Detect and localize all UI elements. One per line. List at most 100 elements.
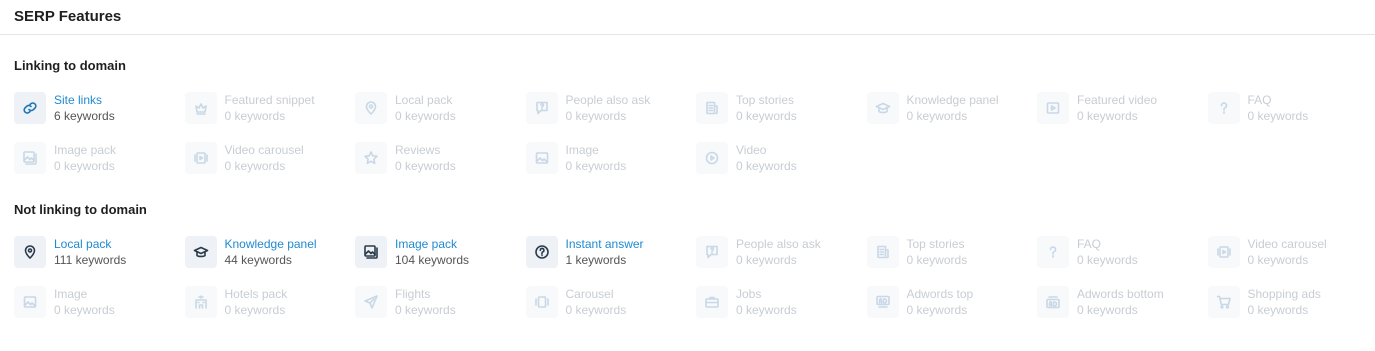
serp-feature-image[interactable]: Image 0 keywords	[525, 142, 697, 192]
feature-count: 6 keywords	[54, 109, 115, 123]
feature-count: 0 keywords	[906, 303, 968, 317]
feature-text: Image 0 keywords	[54, 286, 115, 318]
serp-feature-top-stories[interactable]: Top stories 0 keywords	[696, 92, 867, 142]
serp-feature-video-carousel[interactable]: Video carousel 0 keywords	[184, 142, 356, 192]
feature-name: FAQ	[1247, 93, 1272, 107]
feature-count: 0 keywords	[565, 303, 627, 317]
section-title-linking: Linking to domain	[14, 58, 126, 73]
image-pack-icon	[355, 236, 387, 268]
serp-feature-local-pack[interactable]: Local pack 0 keywords	[355, 92, 526, 142]
serp-feature-knowledge-panel[interactable]: Knowledge panel 44 keywords	[184, 236, 356, 286]
serp-feature-video-carousel[interactable]: Video carousel 0 keywords	[1207, 236, 1375, 286]
image-pack-icon	[14, 142, 46, 174]
not-linking-features-grid: Local pack 111 keywords Knowledge panel 44 …	[14, 236, 1375, 336]
feature-name: Knowledge panel	[906, 93, 999, 107]
feature-text: Top stories 0 keywords	[907, 236, 968, 268]
question-mark-icon	[1207, 92, 1240, 124]
serp-feature-shopping-ads[interactable]: Shopping ads 0 keywords	[1207, 286, 1375, 336]
feature-count: 0 keywords	[54, 303, 115, 317]
serp-feature-reviews[interactable]: Reviews 0 keywords	[355, 142, 526, 192]
serp-feature-image-pack[interactable]: Image pack 104 keywords	[355, 236, 526, 286]
feature-text: Video carousel 0 keywords	[1248, 236, 1327, 268]
serp-feature-knowledge-panel[interactable]: Knowledge panel 0 keywords	[866, 92, 1038, 142]
video-carousel-icon	[184, 142, 217, 174]
serp-feature-video[interactable]: Video 0 keywords	[696, 142, 867, 192]
feature-name[interactable]: Knowledge panel	[225, 236, 317, 252]
feature-count: 0 keywords	[224, 159, 286, 173]
serp-feature-adwords-top[interactable]: Adwords top 0 keywords	[866, 286, 1038, 336]
ad-top-icon	[866, 286, 899, 318]
feature-count: 0 keywords	[1247, 253, 1309, 267]
star-icon	[355, 142, 387, 174]
feature-name: Featured snippet	[224, 93, 315, 107]
feature-text: Site links 6 keywords	[54, 92, 115, 124]
feature-count: 111 keywords	[54, 253, 127, 267]
feature-count: 0 keywords	[1077, 303, 1138, 317]
section-title-not-linking: Not linking to domain	[14, 202, 147, 217]
feature-count: 0 keywords	[565, 109, 627, 123]
feature-name: Image pack	[54, 143, 117, 157]
feature-count: 0 keywords	[736, 303, 797, 317]
feature-count: 0 keywords	[565, 159, 627, 173]
feature-count: 0 keywords	[395, 109, 456, 123]
serp-feature-flights[interactable]: Flights 0 keywords	[355, 286, 526, 336]
feature-text: Local pack 0 keywords	[395, 92, 456, 124]
feature-name[interactable]: Image pack	[395, 236, 469, 252]
feature-count: 0 keywords	[1077, 109, 1138, 123]
feature-name: Video carousel	[224, 143, 304, 157]
feature-text: Top stories 0 keywords	[736, 92, 797, 124]
feature-text: Local pack 111 keywords	[54, 236, 126, 268]
trophy-icon	[184, 92, 217, 124]
feature-text: Image pack 0 keywords	[54, 142, 116, 174]
feature-text: Instant answer 1 keywords	[566, 236, 644, 268]
serp-feature-carousel[interactable]: Carousel 0 keywords	[525, 286, 697, 336]
linking-features-grid: Site links 6 keywords Featured snippet 0 ke…	[14, 92, 1375, 192]
image-icon	[14, 286, 46, 318]
carousel-icon	[525, 286, 558, 318]
feature-count: 0 keywords	[224, 303, 286, 317]
serp-feature-faq[interactable]: FAQ 0 keywords	[1037, 236, 1208, 286]
feature-text: FAQ 0 keywords	[1077, 236, 1138, 268]
feature-count: 0 keywords	[736, 159, 797, 173]
feature-name: Top stories	[906, 237, 965, 251]
feature-name[interactable]: Site links	[54, 92, 115, 108]
question-circle-icon	[525, 236, 558, 268]
feature-name: Hotels pack	[224, 287, 288, 301]
serp-feature-people-also-ask[interactable]: People also ask 0 keywords	[525, 92, 697, 142]
feature-text: Image pack 104 keywords	[395, 236, 469, 268]
feature-name[interactable]: Instant answer	[566, 236, 644, 252]
feature-text: Image 0 keywords	[566, 142, 627, 174]
serp-feature-top-stories[interactable]: Top stories 0 keywords	[866, 236, 1038, 286]
serp-feature-adwords-bottom[interactable]: Adwords bottom 0 keywords	[1037, 286, 1208, 336]
serp-feature-jobs[interactable]: Jobs 0 keywords	[696, 286, 867, 336]
serp-feature-image[interactable]: Image 0 keywords	[14, 286, 185, 336]
video-carousel-icon	[1207, 236, 1240, 268]
serp-feature-instant-answer[interactable]: Instant answer 1 keywords	[525, 236, 697, 286]
feature-text: Carousel 0 keywords	[566, 286, 627, 318]
feature-text: Featured video 0 keywords	[1077, 92, 1157, 124]
feature-name: Featured video	[1077, 93, 1158, 107]
feature-count: 1 keywords	[565, 253, 627, 267]
serp-feature-featured-video[interactable]: Featured video 0 keywords	[1037, 92, 1208, 142]
feature-name: Reviews	[395, 143, 441, 157]
feature-name: Video	[736, 143, 767, 157]
news-icon	[866, 236, 899, 268]
serp-feature-site-links[interactable]: Site links 6 keywords	[14, 92, 185, 142]
header: SERP Features	[0, 0, 1375, 35]
feature-name[interactable]: Local pack	[54, 236, 126, 252]
feature-name: Top stories	[736, 93, 795, 107]
feature-count: 0 keywords	[1247, 109, 1309, 123]
feature-name: Flights	[395, 287, 431, 301]
image-icon	[525, 142, 558, 174]
feature-name: Video carousel	[1247, 237, 1327, 251]
serp-feature-local-pack[interactable]: Local pack 111 keywords	[14, 236, 185, 286]
briefcase-icon	[696, 286, 728, 318]
question-bubble-icon	[696, 236, 728, 268]
serp-feature-image-pack[interactable]: Image pack 0 keywords	[14, 142, 185, 192]
feature-text: Shopping ads 0 keywords	[1248, 286, 1321, 318]
serp-feature-hotels-pack[interactable]: Hotels pack 0 keywords	[184, 286, 356, 336]
serp-feature-featured-snippet[interactable]: Featured snippet 0 keywords	[184, 92, 356, 142]
serp-feature-faq[interactable]: FAQ 0 keywords	[1207, 92, 1375, 142]
serp-feature-people-also-ask[interactable]: People also ask 0 keywords	[696, 236, 867, 286]
feature-text: People also ask 0 keywords	[566, 92, 651, 124]
